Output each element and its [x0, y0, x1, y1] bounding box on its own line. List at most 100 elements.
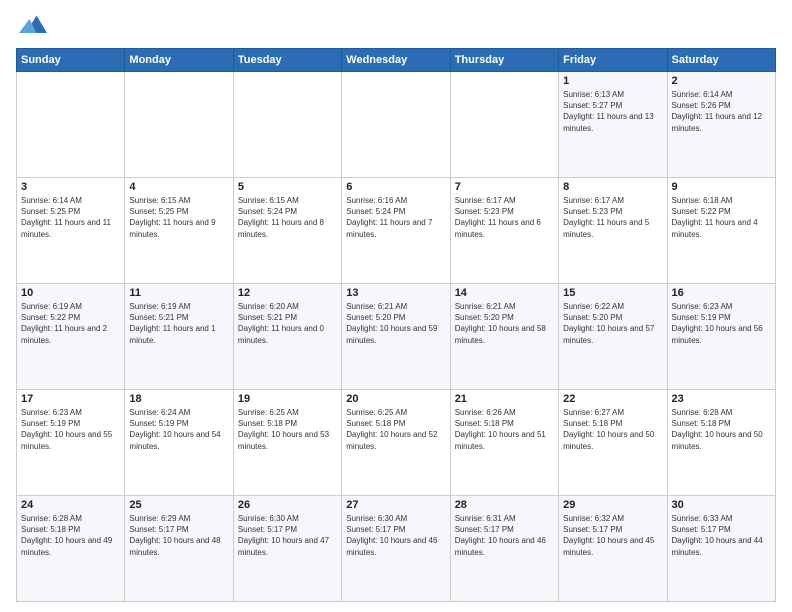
col-header-wednesday: Wednesday — [342, 49, 450, 72]
calendar-cell: 3 Sunrise: 6:14 AMSunset: 5:25 PMDaylight… — [17, 178, 125, 284]
calendar-cell: 2Sunrise: 6:14 AMSunset: 5:26 PMDaylight… — [667, 72, 775, 178]
day-info: Sunrise: 6:17 AMSunset: 5:23 PMDaylight:… — [455, 195, 554, 240]
calendar-cell — [342, 72, 450, 178]
day-info: Sunrise: 6:19 AMSunset: 5:22 PMDaylight:… — [21, 301, 120, 346]
day-info: Sunrise: 6:24 AMSunset: 5:19 PMDaylight:… — [129, 407, 228, 452]
calendar-cell: 4Sunrise: 6:15 AMSunset: 5:25 PMDaylight… — [125, 178, 233, 284]
col-header-friday: Friday — [559, 49, 667, 72]
day-number: 4 — [129, 181, 228, 193]
day-number: 15 — [563, 287, 662, 299]
day-number: 18 — [129, 393, 228, 405]
day-info: Sunrise: 6:31 AMSunset: 5:17 PMDaylight:… — [455, 513, 554, 558]
day-info: Sunrise: 6:25 AMSunset: 5:18 PMDaylight:… — [238, 407, 337, 452]
day-info: Sunrise: 6:23 AMSunset: 5:19 PMDaylight:… — [672, 301, 771, 346]
col-header-sunday: Sunday — [17, 49, 125, 72]
calendar-cell: 20 Sunrise: 6:25 AMSunset: 5:18 PMDayligh… — [342, 390, 450, 496]
calendar-cell: 28 Sunrise: 6:31 AMSunset: 5:17 PMDayligh… — [450, 496, 558, 602]
day-number: 13 — [346, 287, 445, 299]
col-header-tuesday: Tuesday — [233, 49, 341, 72]
calendar-cell: 13 Sunrise: 6:21 AMSunset: 5:20 PMDayligh… — [342, 284, 450, 390]
day-number: 19 — [238, 393, 337, 405]
day-number: 30 — [672, 499, 771, 511]
calendar-week-2: 3 Sunrise: 6:14 AMSunset: 5:25 PMDaylight… — [17, 178, 776, 284]
calendar-cell: 1 Sunrise: 6:13 AMSunset: 5:27 PMDaylight… — [559, 72, 667, 178]
day-info: Sunrise: 6:29 AMSunset: 5:17 PMDaylight:… — [129, 513, 228, 558]
day-info: Sunrise: 6:21 AMSunset: 5:20 PMDaylight:… — [455, 301, 554, 346]
calendar-cell — [233, 72, 341, 178]
calendar-cell: 7Sunrise: 6:17 AMSunset: 5:23 PMDaylight… — [450, 178, 558, 284]
day-number: 8 — [563, 181, 662, 193]
day-info: Sunrise: 6:28 AMSunset: 5:18 PMDaylight:… — [672, 407, 771, 452]
day-number: 12 — [238, 287, 337, 299]
calendar-cell: 6 Sunrise: 6:16 AMSunset: 5:24 PMDaylight… — [342, 178, 450, 284]
calendar-cell: 27 Sunrise: 6:30 AMSunset: 5:17 PMDayligh… — [342, 496, 450, 602]
day-number: 23 — [672, 393, 771, 405]
calendar-cell: 10 Sunrise: 6:19 AMSunset: 5:22 PMDayligh… — [17, 284, 125, 390]
header — [16, 12, 776, 40]
calendar-cell: 23 Sunrise: 6:28 AMSunset: 5:18 PMDayligh… — [667, 390, 775, 496]
calendar-cell: 24Sunrise: 6:28 AMSunset: 5:18 PMDayligh… — [17, 496, 125, 602]
calendar-week-3: 10 Sunrise: 6:19 AMSunset: 5:22 PMDayligh… — [17, 284, 776, 390]
calendar-cell: 9 Sunrise: 6:18 AMSunset: 5:22 PMDaylight… — [667, 178, 775, 284]
calendar-header-row: SundayMondayTuesdayWednesdayThursdayFrid… — [17, 49, 776, 72]
day-number: 10 — [21, 287, 120, 299]
day-info: Sunrise: 6:30 AMSunset: 5:17 PMDaylight:… — [238, 513, 337, 558]
day-number: 28 — [455, 499, 554, 511]
day-info: Sunrise: 6:17 AMSunset: 5:23 PMDaylight:… — [563, 195, 662, 240]
page: SundayMondayTuesdayWednesdayThursdayFrid… — [0, 0, 792, 612]
day-number: 17 — [21, 393, 120, 405]
day-info: Sunrise: 6:13 AMSunset: 5:27 PMDaylight:… — [563, 89, 662, 134]
calendar-week-1: 1 Sunrise: 6:13 AMSunset: 5:27 PMDaylight… — [17, 72, 776, 178]
day-number: 16 — [672, 287, 771, 299]
day-number: 27 — [346, 499, 445, 511]
calendar-cell: 26 Sunrise: 6:30 AMSunset: 5:17 PMDayligh… — [233, 496, 341, 602]
calendar-cell: 22 Sunrise: 6:27 AMSunset: 5:18 PMDayligh… — [559, 390, 667, 496]
day-number: 6 — [346, 181, 445, 193]
day-number: 3 — [21, 181, 120, 193]
day-number: 9 — [672, 181, 771, 193]
day-info: Sunrise: 6:30 AMSunset: 5:17 PMDaylight:… — [346, 513, 445, 558]
calendar-cell: 12 Sunrise: 6:20 AMSunset: 5:21 PMDayligh… — [233, 284, 341, 390]
day-number: 20 — [346, 393, 445, 405]
calendar-cell — [17, 72, 125, 178]
calendar-cell: 18 Sunrise: 6:24 AMSunset: 5:19 PMDayligh… — [125, 390, 233, 496]
day-info: Sunrise: 6:15 AMSunset: 5:24 PMDaylight:… — [238, 195, 337, 240]
day-info: Sunrise: 6:26 AMSunset: 5:18 PMDaylight:… — [455, 407, 554, 452]
day-info: Sunrise: 6:33 AMSunset: 5:17 PMDaylight:… — [672, 513, 771, 558]
day-number: 11 — [129, 287, 228, 299]
calendar-cell: 15Sunrise: 6:22 AMSunset: 5:20 PMDayligh… — [559, 284, 667, 390]
calendar-cell — [125, 72, 233, 178]
day-info: Sunrise: 6:23 AMSunset: 5:19 PMDaylight:… — [21, 407, 120, 452]
day-number: 22 — [563, 393, 662, 405]
day-number: 14 — [455, 287, 554, 299]
calendar-cell: 25Sunrise: 6:29 AMSunset: 5:17 PMDayligh… — [125, 496, 233, 602]
day-info: Sunrise: 6:25 AMSunset: 5:18 PMDaylight:… — [346, 407, 445, 452]
calendar-week-5: 24Sunrise: 6:28 AMSunset: 5:18 PMDayligh… — [17, 496, 776, 602]
calendar-cell: 16 Sunrise: 6:23 AMSunset: 5:19 PMDayligh… — [667, 284, 775, 390]
calendar-cell: 17 Sunrise: 6:23 AMSunset: 5:19 PMDayligh… — [17, 390, 125, 496]
day-info: Sunrise: 6:21 AMSunset: 5:20 PMDaylight:… — [346, 301, 445, 346]
col-header-saturday: Saturday — [667, 49, 775, 72]
day-info: Sunrise: 6:27 AMSunset: 5:18 PMDaylight:… — [563, 407, 662, 452]
day-info: Sunrise: 6:32 AMSunset: 5:17 PMDaylight:… — [563, 513, 662, 558]
day-info: Sunrise: 6:18 AMSunset: 5:22 PMDaylight:… — [672, 195, 771, 240]
day-info: Sunrise: 6:20 AMSunset: 5:21 PMDaylight:… — [238, 301, 337, 346]
day-number: 26 — [238, 499, 337, 511]
day-info: Sunrise: 6:19 AMSunset: 5:21 PMDaylight:… — [129, 301, 228, 346]
calendar-week-4: 17 Sunrise: 6:23 AMSunset: 5:19 PMDayligh… — [17, 390, 776, 496]
day-number: 29 — [563, 499, 662, 511]
calendar-cell: 30 Sunrise: 6:33 AMSunset: 5:17 PMDayligh… — [667, 496, 775, 602]
day-number: 5 — [238, 181, 337, 193]
calendar-cell: 29 Sunrise: 6:32 AMSunset: 5:17 PMDayligh… — [559, 496, 667, 602]
calendar-table: SundayMondayTuesdayWednesdayThursdayFrid… — [16, 48, 776, 602]
day-number: 1 — [563, 75, 662, 87]
day-info: Sunrise: 6:14 AMSunset: 5:25 PMDaylight:… — [21, 195, 120, 240]
calendar-cell: 8 Sunrise: 6:17 AMSunset: 5:23 PMDaylight… — [559, 178, 667, 284]
logo-icon — [19, 12, 47, 40]
col-header-monday: Monday — [125, 49, 233, 72]
logo — [16, 12, 47, 40]
calendar-cell — [450, 72, 558, 178]
day-number: 2 — [672, 75, 771, 87]
day-info: Sunrise: 6:28 AMSunset: 5:18 PMDaylight:… — [21, 513, 120, 558]
day-info: Sunrise: 6:16 AMSunset: 5:24 PMDaylight:… — [346, 195, 445, 240]
